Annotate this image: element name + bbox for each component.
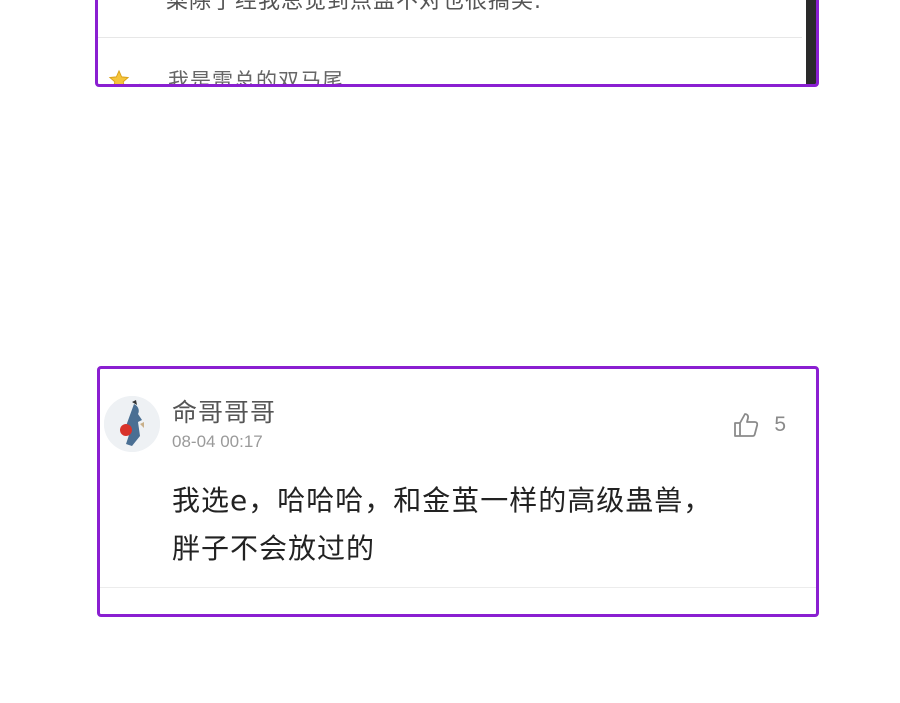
- comment-body: 我选e，哈哈哈，和金茧一样的高级蛊兽， 胖子不会放过的: [172, 477, 772, 573]
- comment-card: 命哥哥哥 08-04 00:17 5 我选e，哈哈哈，和金茧一样的高级蛊兽， 胖…: [97, 366, 819, 617]
- divider: [98, 37, 802, 38]
- like-button[interactable]: 5: [732, 411, 786, 439]
- comment-body-line: 我选e，哈哈哈，和金茧一样的高级蛊兽，: [172, 484, 713, 517]
- divider: [100, 587, 816, 588]
- user-avatar[interactable]: [104, 396, 160, 452]
- reply-separator: 、: [138, 72, 155, 87]
- like-count: 5: [774, 413, 786, 436]
- reply-row[interactable]: 、 我是雷总的双马尾: [108, 65, 344, 87]
- scrollbar[interactable]: [806, 0, 816, 84]
- comment-username[interactable]: 命哥哥哥: [172, 393, 276, 429]
- star-badge-icon: [108, 69, 130, 84]
- thumbs-up-icon: [732, 411, 760, 439]
- comment-timestamp: 08-04 00:17: [172, 432, 263, 451]
- reply-author-name[interactable]: 我是雷总的双马尾: [168, 65, 344, 84]
- previous-comment-card: 菜除了经我总觉到点盐不对也很搞笑. 、 我是雷总的双马尾: [95, 0, 819, 87]
- previous-comment-text: 菜除了经我总觉到点盐不对也很搞笑.: [166, 0, 542, 14]
- comment-body-line: 胖子不会放过的: [172, 532, 376, 565]
